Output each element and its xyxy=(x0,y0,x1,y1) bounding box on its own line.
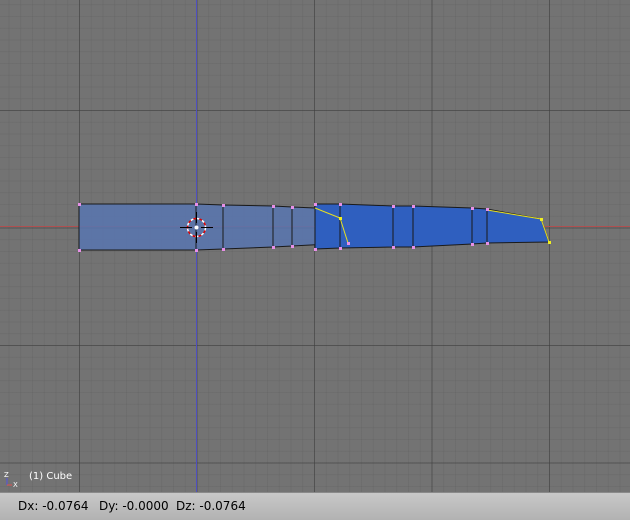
3d-viewport[interactable]: Z X (1) Cube xyxy=(0,0,630,492)
scene-canvas[interactable] xyxy=(0,0,630,492)
object-name-label: (1) Cube xyxy=(29,471,73,482)
dz-readout: Dz: -0.0764 xyxy=(176,499,246,513)
dy-readout: Dy: -0.0000 xyxy=(99,499,169,513)
axis-orientation-icon: Z X xyxy=(4,470,20,489)
mesh-selected[interactable] xyxy=(314,203,550,250)
mesh-unselected[interactable] xyxy=(78,203,349,251)
axis-z-label: Z xyxy=(4,471,9,479)
axis-x-label: X xyxy=(13,481,18,488)
dx-readout: Dx: -0.0764 xyxy=(18,499,89,513)
transform-header-bar: Dx: -0.0764 Dy: -0.0000 Dz: -0.0764 xyxy=(0,492,630,520)
